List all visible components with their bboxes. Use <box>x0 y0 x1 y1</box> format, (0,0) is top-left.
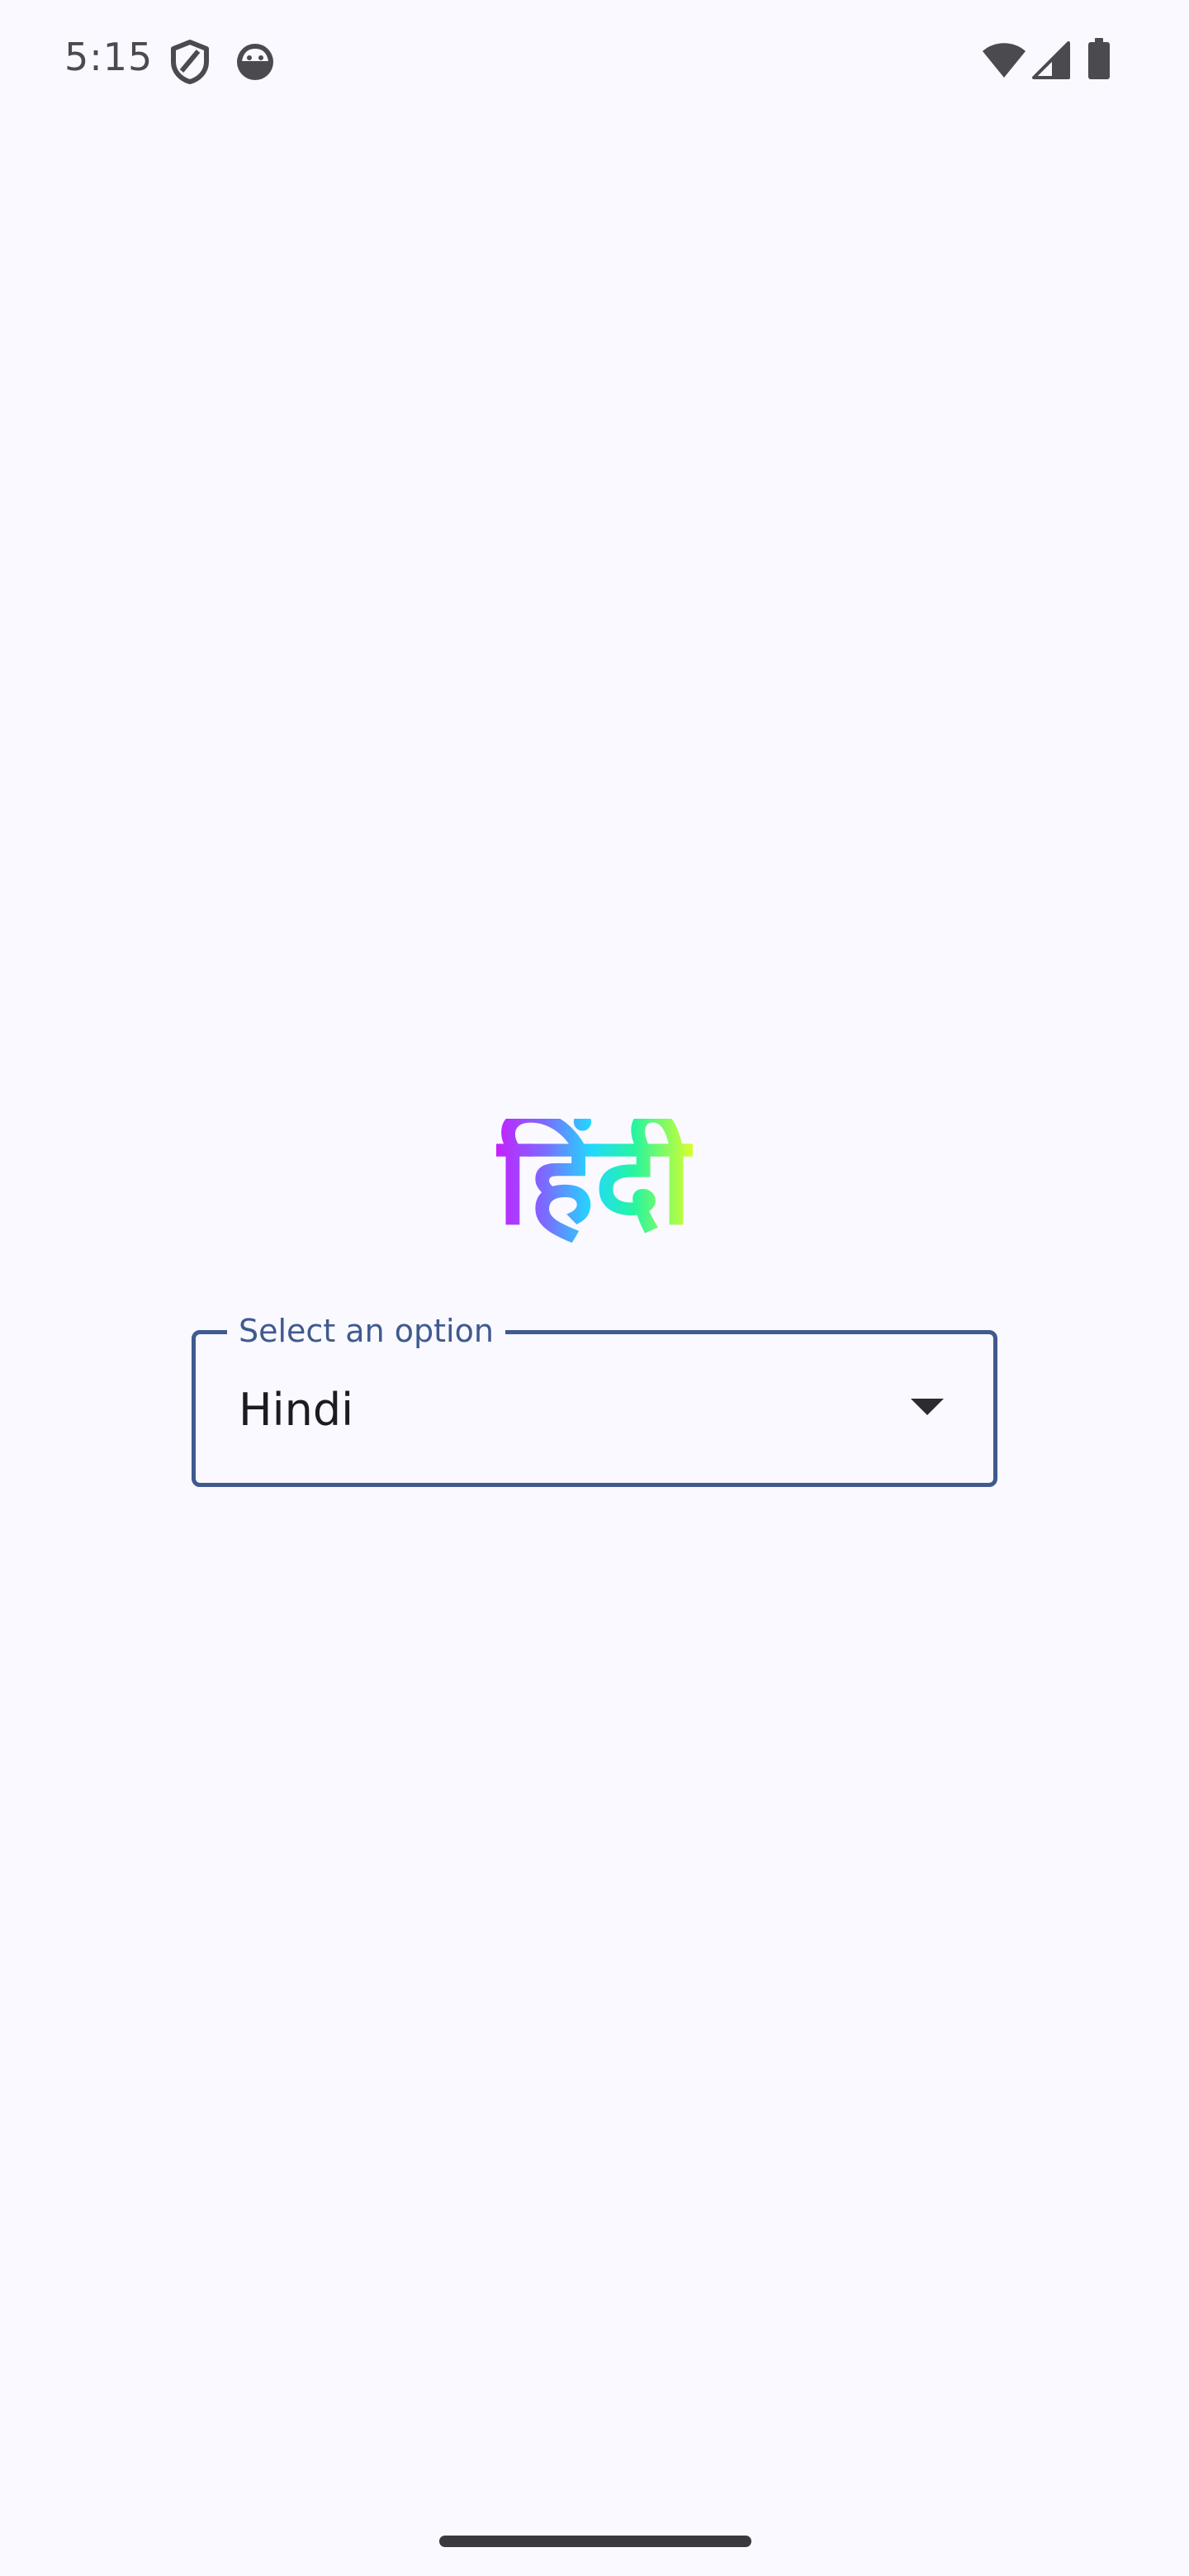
title-container: हिंदी <box>0 1106 1189 1255</box>
shield-icon <box>171 40 209 84</box>
chevron-down-icon[interactable] <box>911 1399 944 1415</box>
cellular-signal-icon <box>1032 41 1070 79</box>
dropdown-label: Select an option <box>227 1309 505 1352</box>
status-time: 5:15 <box>64 35 154 79</box>
language-dropdown[interactable]: Select an option Hindi <box>192 1309 997 1487</box>
dropdown-selected-value: Hindi <box>239 1384 354 1436</box>
app-screen: 5:15 हिंदी Select an option Hindi <box>0 0 1189 2576</box>
battery-icon <box>1088 38 1110 79</box>
gesture-nav-handle[interactable] <box>439 2536 751 2547</box>
android-face-icon <box>237 44 273 80</box>
status-bar: 5:15 <box>0 0 1189 124</box>
language-title: हिंदी <box>496 1109 693 1252</box>
wifi-icon <box>983 43 1026 78</box>
